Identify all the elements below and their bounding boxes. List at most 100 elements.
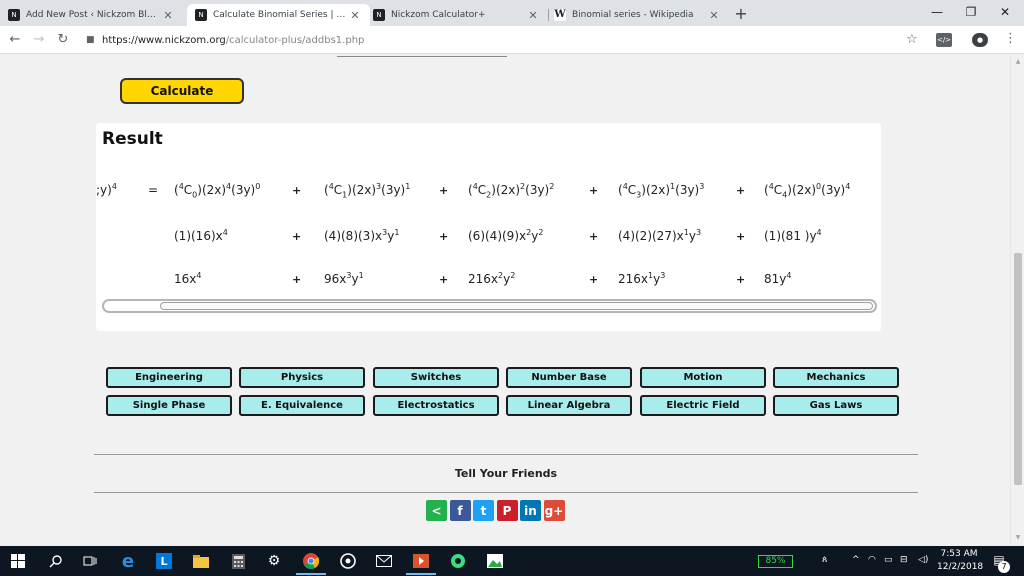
binomial-term: (4C1)(2x)3(3y)1 [324,182,411,200]
browser-toolbar: ← → ↻ ■ https://www.nickzom.org/calculat… [0,26,1024,54]
category-button-linear-algebra[interactable]: Linear Algebra [506,395,632,416]
minimize-icon[interactable]: — [920,0,954,26]
category-button-switches[interactable]: Switches [373,367,499,388]
binomial-term: 216x1y3 [618,271,666,287]
calculate-button[interactable]: Calculate [120,78,244,104]
scroll-down-icon[interactable]: ▼ [1013,533,1023,543]
browser-tab-3[interactable]: N Nickzom Calculator+ ✕ [365,4,548,26]
binomial-term: (4C3)(2x)1(3y)3 [618,182,705,200]
facebook-icon[interactable]: f [449,500,471,521]
android-studio-icon[interactable] [450,553,466,569]
media-player-running-indicator [406,573,436,575]
binomial-term: (4C2)(2x)2(3y)2 [468,182,555,200]
equals-sign: = [148,183,159,197]
binomial-term: (6)(4)(9)x2y2 [468,228,544,244]
binomial-term: (1)(81 )y4 [764,228,822,244]
close-tab-icon[interactable]: ✕ [161,9,175,22]
new-tab-icon[interactable]: + [732,5,750,23]
vertical-scrollbar[interactable]: ▲ ▼ [1010,55,1024,545]
chrome-running-indicator [296,573,326,575]
battery-indicator[interactable]: 85% [758,555,793,568]
back-arrow-icon[interactable]: ← [6,31,24,49]
divider-bottom [94,492,918,493]
input-field-bottom-edge[interactable] [337,55,507,57]
binomial-term: (1)(16)x4 [174,228,228,244]
lync-app-icon[interactable]: L [156,553,172,569]
close-tab-icon[interactable]: ✕ [526,9,540,22]
notification-count-badge: 7 [998,561,1010,573]
twitter-icon[interactable]: t [473,500,494,521]
bookmark-star-icon[interactable]: ☆ [906,32,918,47]
plus-sign: + [292,184,302,197]
browser-tab-2[interactable]: N Calculate Binomial Series | Additi ✕ [187,4,370,26]
mail-icon[interactable] [376,553,392,569]
calculator-icon[interactable] [230,553,246,569]
clock-date: 12/2/2018 [937,562,984,572]
plus-sign: + [736,273,746,286]
reload-icon[interactable]: ↻ [54,31,72,49]
category-button-number-base[interactable]: Number Base [506,367,632,388]
category-button-mechanics[interactable]: Mechanics [773,367,899,388]
binomial-term: 216x2y2 [468,271,516,287]
browser-tab-4[interactable]: W Binomial series - Wikipedia ✕ [546,4,729,26]
task-view-icon[interactable] [82,553,98,569]
category-button-single-phase[interactable]: Single Phase [106,395,232,416]
plus-sign: + [439,273,449,286]
vertical-scroll-thumb[interactable] [1014,253,1022,485]
media-player-icon[interactable] [413,553,429,569]
network-icon[interactable]: ⊟ [900,555,908,565]
chrome-menu-icon[interactable]: ⋮ [1004,31,1017,46]
category-button-motion[interactable]: Motion [640,367,766,388]
image-viewer-icon[interactable] [487,553,503,569]
linkedin-icon[interactable]: in [520,500,541,521]
plus-sign: + [736,230,746,243]
binomial-term: (4C0)(2x)4(3y)0 [174,182,261,200]
plus-sign: + [736,184,746,197]
settings-gear-icon[interactable]: ⚙ [266,553,282,569]
category-button-electric-field[interactable]: Electric Field [640,395,766,416]
chrome-icon[interactable] [303,553,319,569]
tell-friends-label: Tell Your Friends [454,467,558,480]
restore-icon[interactable]: ❐ [954,0,988,26]
extension-code-icon[interactable]: </> [936,33,952,47]
horizontal-scrollbar[interactable] [102,299,877,313]
horizontal-scroll-thumb[interactable] [160,302,873,310]
browser-tab-1[interactable]: N Add New Post ‹ Nickzom Blog — ✕ [0,4,183,26]
binomial-term: 81y4 [764,271,792,287]
pinterest-icon[interactable]: P [496,500,518,521]
close-window-icon[interactable]: ✕ [988,0,1022,26]
extension-avatar-icon[interactable]: ● [972,33,988,47]
tab-title: Add New Post ‹ Nickzom Blog — [26,10,161,20]
category-button-physics[interactable]: Physics [239,367,365,388]
category-button-gas-laws[interactable]: Gas Laws [773,395,899,416]
binomial-term: 96x3y1 [324,271,364,287]
category-button-engineering[interactable]: Engineering [106,367,232,388]
volume-icon[interactable]: ◁) [918,555,928,565]
close-tab-icon[interactable]: ✕ [348,9,362,22]
battery-tray-icon[interactable]: ▭ [884,555,893,565]
chevron-up-icon[interactable]: ^ [852,555,860,565]
scroll-up-icon[interactable]: ▲ [1013,57,1023,67]
share-icon[interactable]: < [426,500,447,521]
category-button-electrostatics[interactable]: Electrostatics [373,395,499,416]
search-icon[interactable] [48,553,64,569]
wifi-icon[interactable]: ◠ [868,555,876,565]
forward-arrow-icon[interactable]: → [30,31,48,49]
expression-lhs: ;y)4 [96,182,117,198]
browser-tab-strip: N Add New Post ‹ Nickzom Blog — ✕ N Calc… [0,0,1024,26]
binomial-term: 16x4 [174,271,202,287]
nickzom-icon: N [373,9,385,21]
category-button-e-equivalence[interactable]: E. Equivalence [239,395,365,416]
edge-browser-icon[interactable]: e [120,551,136,572]
obs-recorder-icon[interactable] [340,553,356,569]
file-explorer-icon[interactable] [193,553,209,569]
google-plus-icon[interactable]: g+ [543,500,565,521]
nickzom-icon: N [8,9,20,21]
windows-start-icon[interactable] [10,553,26,569]
address-bar[interactable]: ■ https://www.nickzom.org/calculator-plu… [86,30,928,50]
taskbar-clock[interactable]: 7:53 AM 12/2/2018 [937,548,984,574]
windows-taskbar: e L ⚙ 85% ጰ ^ ◠ ▭ ⊟ ◁) 7:53 AM 12/2/2018… [0,546,1024,576]
close-tab-icon[interactable]: ✕ [707,9,721,22]
user-people-icon[interactable]: ጰ [822,555,827,565]
clock-time: 7:53 AM [940,549,978,559]
